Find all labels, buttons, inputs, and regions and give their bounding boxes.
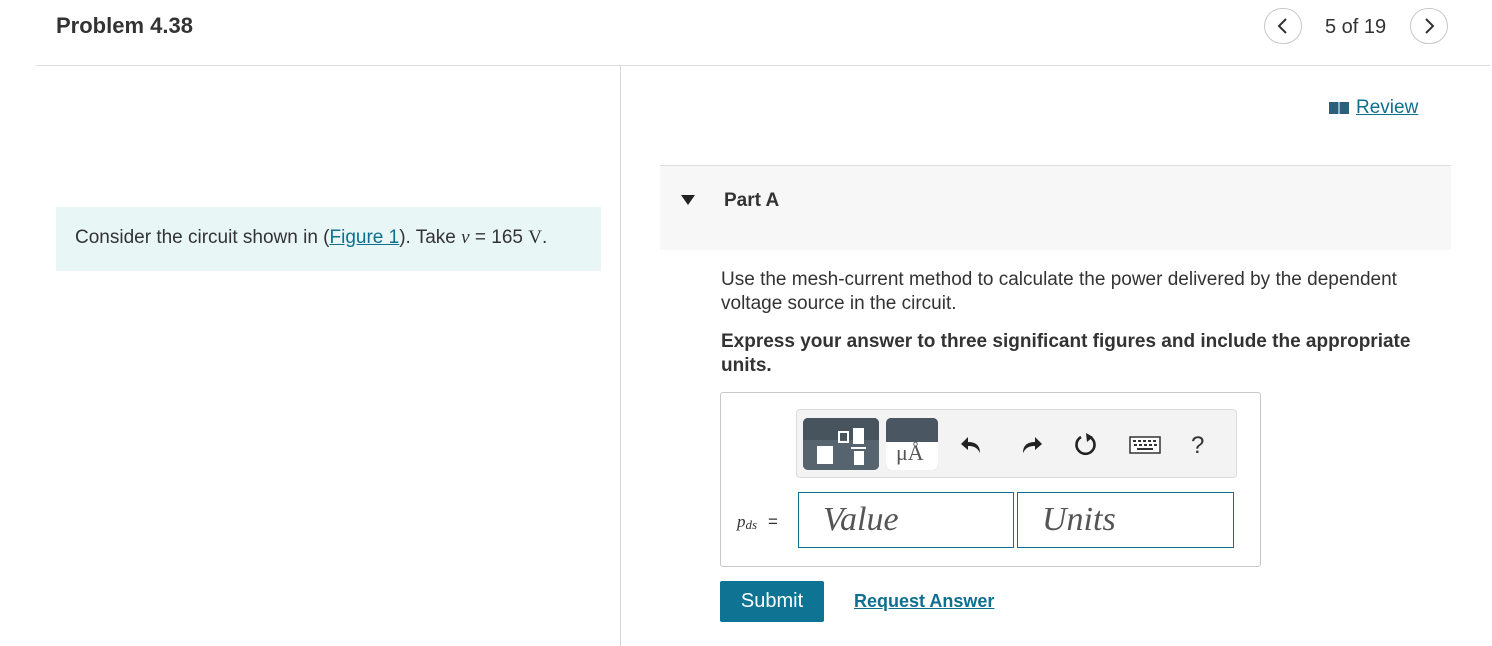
request-answer-link[interactable]: Request Answer (854, 591, 994, 612)
undo-button[interactable] (957, 430, 987, 460)
prompt-period: . (541, 227, 548, 248)
help-button[interactable]: ? (1191, 432, 1204, 460)
part-title: Part A (724, 190, 780, 211)
answer-variable-main: p (737, 512, 746, 531)
reset-button[interactable] (1071, 430, 1101, 460)
figure-link[interactable]: Figure 1 (330, 227, 400, 248)
prompt-text-mid: ). Take (399, 227, 462, 248)
next-problem-button[interactable] (1410, 8, 1448, 44)
keyboard-button[interactable] (1128, 430, 1162, 460)
problem-header: Problem 4.38 5 of 19 (0, 0, 1492, 66)
units-symbol: μÅ (896, 440, 924, 465)
value-input[interactable]: Value (798, 492, 1014, 548)
header-divider (36, 65, 1490, 66)
review-link[interactable]: Review (1328, 97, 1418, 119)
page-title: Problem 4.38 (56, 13, 193, 38)
math-toolbar: μÅ ? (796, 409, 1237, 478)
redo-icon (1023, 437, 1042, 453)
keyboard-icon (1129, 436, 1161, 454)
prompt-variable: v (461, 227, 470, 248)
undo-icon (961, 437, 980, 453)
problem-counter: 5 of 19 (1325, 16, 1387, 38)
templates-button[interactable] (803, 418, 879, 470)
chevron-right-icon (1425, 18, 1435, 34)
chevron-left-icon (1277, 18, 1287, 34)
column-divider (620, 66, 621, 646)
templates-icon (803, 418, 879, 470)
answer-variable-sub: ds (745, 517, 758, 532)
problem-prompt: Consider the circuit shown in (Figure 1)… (56, 207, 601, 271)
units-button[interactable]: μÅ (886, 418, 938, 470)
instruction-text: Express your answer to three significant… (721, 331, 1411, 376)
review-label: Review (1356, 97, 1419, 118)
answer-equals: = (768, 512, 778, 531)
book-icon (1329, 102, 1349, 114)
redo-button[interactable] (1016, 430, 1046, 460)
prompt-equation: = 165 (469, 227, 529, 248)
caret-down-icon[interactable] (680, 194, 696, 206)
question-text: Use the mesh-current method to calculate… (721, 269, 1397, 314)
submit-button[interactable]: Submit (720, 581, 824, 622)
answer-variable: pds (737, 512, 757, 533)
units-input[interactable]: Units (1017, 492, 1234, 548)
prompt-text-before: Consider the circuit shown in ( (75, 227, 330, 248)
reset-icon (1075, 433, 1096, 456)
prompt-unit: V (528, 227, 542, 248)
previous-problem-button[interactable] (1264, 8, 1302, 44)
